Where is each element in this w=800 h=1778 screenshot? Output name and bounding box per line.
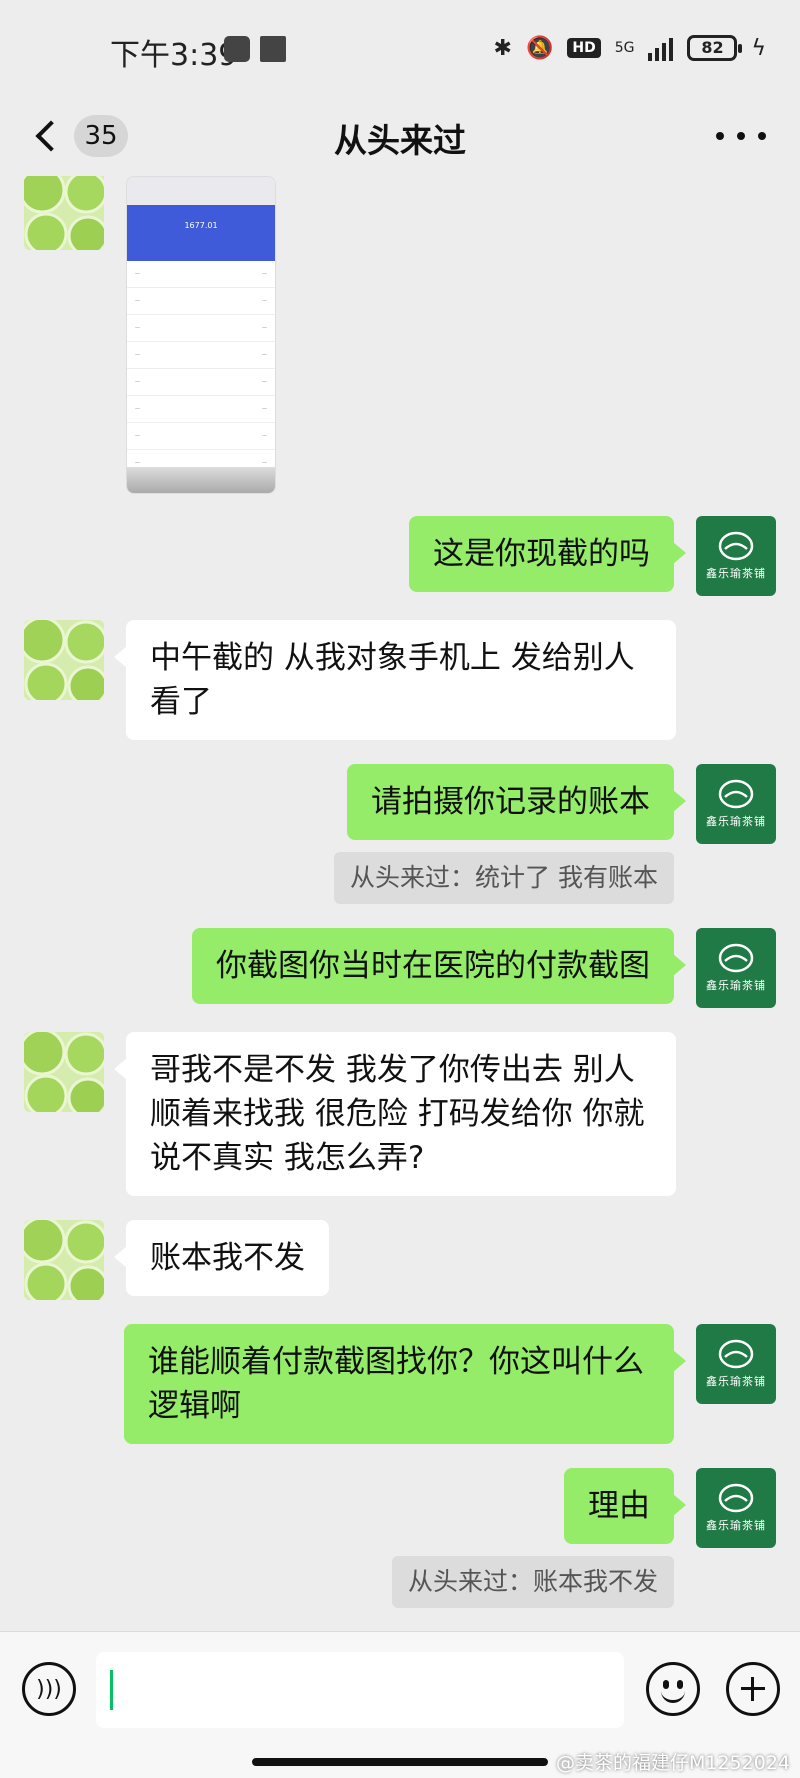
contact-avatar[interactable] <box>24 176 104 250</box>
hd-badge: HD <box>567 38 601 58</box>
lime-avatar-image <box>24 1032 104 1112</box>
notification-icon <box>260 36 286 62</box>
network-label: 5G <box>614 40 635 56</box>
lime-avatar-image <box>24 620 104 700</box>
quoted-reply[interactable]: 从头来过：账本我不发 <box>391 1556 674 1608</box>
status-bar: 下午3:39 ✱ 🔕 HD 5G 82 ϟ <box>0 0 800 96</box>
my-avatar[interactable]: 鑫乐瑜茶铺 <box>696 1468 776 1548</box>
more-options-button[interactable] <box>716 124 766 148</box>
tea-shop-logo-icon <box>718 779 754 809</box>
image-message[interactable]: 1677.01 — — — — — — — — — — — — — — — — <box>126 176 276 494</box>
my-avatar[interactable]: 鑫乐瑜茶铺 <box>696 928 776 1008</box>
dot-icon <box>737 132 745 140</box>
my-avatar[interactable]: 鑫乐瑜茶铺 <box>696 1324 776 1404</box>
status-icons: ✱ 🔕 HD 5G 82 ϟ <box>494 30 766 66</box>
my-avatar[interactable]: 鑫乐瑜茶铺 <box>696 516 776 596</box>
battery-icon: 82 <box>687 35 743 61</box>
tea-shop-logo-icon <box>718 943 754 973</box>
quoted-reply[interactable]: 从头来过：统计了 我有账本 <box>334 852 674 904</box>
contact-avatar[interactable] <box>24 1032 104 1112</box>
text-caret <box>110 1670 113 1710</box>
contact-avatar[interactable] <box>24 620 104 700</box>
message-input[interactable] <box>96 1652 624 1728</box>
watermark: @卖茶的福建仔M1252024 <box>555 1752 790 1774</box>
contact-avatar[interactable] <box>24 1220 104 1300</box>
home-indicator[interactable] <box>252 1758 548 1766</box>
my-avatar[interactable]: 鑫乐瑜茶铺 <box>696 764 776 844</box>
tea-shop-logo-icon <box>718 531 754 561</box>
more-functions-button[interactable] <box>726 1662 780 1716</box>
message-bubble-received[interactable]: 哥我不是不发 我发了你传出去 别人顺着来找我 很危险 打码发给你 你就说不真实 … <box>114 1032 676 1196</box>
mute-icon: 🔕 <box>525 35 554 61</box>
message-bubble-sent[interactable]: 理由 <box>564 1468 686 1544</box>
dot-icon <box>758 132 766 140</box>
message-bubble-sent[interactable]: 谁能顺着付款截图找你？你这叫什么逻辑啊 <box>124 1324 686 1444</box>
emoji-icon <box>663 1680 669 1689</box>
shop-name: 鑫乐瑜茶铺 <box>706 815 766 828</box>
voice-input-button[interactable]: ))) <box>22 1662 76 1716</box>
chat-header: 35 从头来过 <box>0 96 800 176</box>
message-bubble-received[interactable]: 账本我不发 <box>114 1220 329 1296</box>
message-input-bar: ))) @卖茶的福建仔M1252024 <box>0 1631 800 1778</box>
shop-name: 鑫乐瑜茶铺 <box>706 1375 766 1388</box>
status-time: 下午3:39 <box>110 38 238 73</box>
notification-icon <box>224 36 250 62</box>
screenshot-amount: 1677.01 <box>127 205 275 261</box>
lime-avatar-image <box>24 1220 104 1300</box>
signal-icon <box>648 35 674 61</box>
message-bubble-received[interactable]: 中午截的 从我对象手机上 发给别人看了 <box>114 620 676 740</box>
message-bubble-sent[interactable]: 你截图你当时在医院的付款截图 <box>192 928 686 1004</box>
chat-messages[interactable]: 1677.01 — — — — — — — — — — — — — — — — 鑫乐瑜茶铺 这是… <box>0 176 800 1631</box>
tea-shop-logo-icon <box>718 1339 754 1369</box>
dot-icon <box>716 132 724 140</box>
shop-name: 鑫乐瑜茶铺 <box>706 1519 766 1532</box>
message-bubble-sent[interactable]: 这是你现截的吗 <box>409 516 686 592</box>
lime-avatar-image <box>24 176 104 250</box>
charging-icon: ϟ <box>751 35 766 61</box>
shop-name: 鑫乐瑜茶铺 <box>706 979 766 992</box>
emoji-icon <box>677 1680 683 1689</box>
bluetooth-icon: ✱ <box>493 35 512 61</box>
chat-title: 从头来过 <box>334 121 466 160</box>
tea-shop-logo-icon <box>718 1483 754 1513</box>
shop-name: 鑫乐瑜茶铺 <box>706 567 766 580</box>
voice-icon: ))) <box>36 1676 62 1702</box>
emoji-button[interactable] <box>646 1662 700 1716</box>
message-bubble-sent[interactable]: 请拍摄你记录的账本 <box>347 764 686 840</box>
